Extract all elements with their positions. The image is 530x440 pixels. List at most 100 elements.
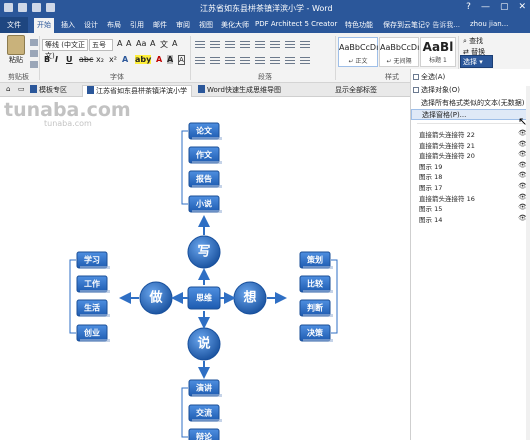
close-button[interactable]: ✕ [518, 2, 526, 12]
italic-button[interactable]: I [55, 55, 58, 64]
tab-beautify[interactable]: 美化大师 [221, 20, 249, 30]
tab-review[interactable]: 审阅 [176, 20, 190, 30]
selection-pane-item[interactable]: 图示 15 👁 [419, 203, 530, 213]
maximize-button[interactable]: ▢ [500, 2, 509, 12]
help-button[interactable]: ? [466, 2, 471, 12]
tab-features[interactable]: 特色功能 [345, 20, 373, 30]
tab-view[interactable]: 视图 [199, 20, 213, 30]
selection-pane-label: 直接箭头连接符 20 [419, 152, 475, 161]
sort-icon[interactable] [285, 41, 295, 50]
menu-select-objects[interactable]: 选择对象(O) [421, 85, 460, 95]
document-canvas[interactable]: tunaba.com tunaba.com 思维写做想说论文 作文 报告 小说 学习 工作… [0, 97, 410, 440]
home-icon[interactable]: ⌂ [6, 85, 10, 93]
tab-pdf-architect[interactable]: PDF Architect 5 Creator [255, 20, 337, 28]
font-color-button[interactable]: A [156, 55, 162, 64]
selection-pane-item[interactable]: 直接箭头连接符 21 👁 [419, 140, 530, 150]
clear-format-button[interactable]: A [150, 39, 155, 48]
selection-pane-item[interactable]: 图示 18 👁 [419, 171, 530, 181]
save-icon[interactable] [4, 3, 13, 12]
font-size-select[interactable]: 五号 [89, 39, 113, 51]
find-button[interactable]: ⌕ 查找 [463, 36, 483, 46]
top-item-label: 论文 [196, 126, 213, 136]
paragraph-align-buttons[interactable] [195, 57, 310, 67]
menu-divider [417, 123, 525, 124]
tab-references[interactable]: 引用 [130, 20, 144, 30]
numbering-icon[interactable] [210, 41, 220, 50]
tab-file[interactable]: 文件 [0, 17, 28, 33]
menu-select-similar[interactable]: 选择所有格式类似的文本(无数据) [421, 98, 524, 108]
bullets-icon[interactable] [195, 41, 205, 50]
show-marks-icon[interactable] [300, 41, 310, 50]
bottom-item-label: 交流 [196, 408, 212, 418]
chinese-layout-icon[interactable] [270, 41, 280, 50]
justify-icon[interactable] [240, 57, 250, 66]
find-label: 查找 [469, 37, 484, 45]
tab-home[interactable]: 开始 [34, 18, 54, 33]
show-all-tabs[interactable]: 显示全部标签 [335, 85, 377, 95]
new-doc-icon[interactable]: ▭ [18, 85, 25, 93]
superscript-button[interactable]: x² [109, 55, 117, 64]
copy-icon[interactable] [30, 50, 38, 57]
menu-selection-pane[interactable]: 选择窗格(P)... [411, 109, 530, 120]
doc-tab-template[interactable]: 模板专区 [30, 85, 67, 95]
align-left-icon[interactable] [195, 57, 205, 66]
select-dropdown-button[interactable]: 选择 ▾ [460, 55, 493, 68]
selection-pane-item[interactable]: 直接箭头连接符 16 👁 [419, 193, 530, 203]
redo-icon[interactable] [32, 3, 41, 12]
line-spacing-icon[interactable] [270, 57, 280, 66]
format-painter-icon[interactable] [30, 61, 38, 68]
paragraph-list-buttons[interactable] [195, 41, 310, 51]
align-center-icon[interactable] [210, 57, 220, 66]
bold-button[interactable]: B [44, 55, 50, 64]
minimize-button[interactable]: — [481, 2, 490, 12]
shrink-font-button[interactable]: A [126, 39, 131, 48]
char-border-button[interactable]: A [172, 39, 177, 48]
selection-pane-item[interactable]: 直接箭头连接符 22 👁 [419, 129, 530, 139]
menu-select-all[interactable]: 全选(A) [421, 72, 445, 82]
mindmap-diagram: 思维 写做 想说 论文作文报告小说学习工作生活创业 策划比较判断决策演讲交流辩论 [69, 122, 338, 440]
borders-icon[interactable] [300, 57, 310, 66]
right-item-shadow [303, 266, 333, 269]
tab-cloud-notes[interactable]: 保存到云笔记 [383, 20, 425, 30]
phonetic-button[interactable]: 文 [160, 39, 168, 50]
customize-qat-icon[interactable] [46, 3, 55, 12]
text-effects-button[interactable]: A [122, 55, 128, 64]
top-item-shadow [192, 137, 222, 140]
cut-icon[interactable] [30, 39, 38, 46]
tab-mailings[interactable]: 邮件 [153, 20, 167, 30]
tab-insert[interactable]: 插入 [61, 20, 75, 30]
selection-pane-item[interactable]: 直接箭头连接符 20 👁 [419, 150, 530, 160]
style-normal[interactable]: AaBbCcDı ↵ 正文 [338, 37, 378, 67]
multilevel-icon[interactable] [225, 41, 235, 50]
align-right-icon[interactable] [225, 57, 235, 66]
group-divider [335, 36, 336, 80]
style-no-spacing[interactable]: AaBbCcDı ↵ 无间隔 [379, 37, 419, 67]
vertical-scrollbar[interactable] [526, 86, 530, 440]
decrease-indent-icon[interactable] [240, 41, 250, 50]
undo-icon[interactable] [18, 3, 27, 12]
style-heading-1[interactable]: AaBl 标题 1 [420, 37, 456, 67]
tab-design[interactable]: 设计 [84, 20, 98, 30]
underline-button[interactable]: U [66, 55, 73, 64]
strikethrough-button[interactable]: abc [79, 55, 93, 64]
tab-layout[interactable]: 布局 [107, 20, 121, 30]
selection-pane-item[interactable]: 图示 17 👁 [419, 182, 530, 192]
distribute-icon[interactable] [255, 57, 265, 66]
font-name-select[interactable]: 等线 (中文正文) [42, 39, 88, 60]
user-account[interactable]: zhou jian... [470, 20, 508, 28]
paste-button[interactable]: 粘贴 [5, 35, 27, 71]
subscript-button[interactable]: x₂ [96, 55, 104, 64]
char-shading-button[interactable]: A [167, 55, 174, 64]
grow-font-button[interactable]: A [117, 39, 122, 48]
change-case-button[interactable]: Aa [136, 39, 146, 48]
tell-me-box[interactable]: ♀ 告诉我... [425, 20, 460, 30]
selection-pane-item[interactable]: 图示 19 👁 [419, 161, 530, 171]
paste-label: 粘贴 [9, 56, 23, 64]
doc-tab-school[interactable]: 江苏省如东县栟茶镇洋滨小学 [82, 85, 192, 97]
enclose-char-button[interactable]: A [178, 55, 185, 65]
doc-tab-mindmap[interactable]: Word快速生成思维导图 [198, 85, 281, 95]
shading-icon[interactable] [285, 57, 295, 66]
highlight-button[interactable]: aby [135, 55, 152, 64]
selection-pane-item[interactable]: 图示 14 👁 [419, 214, 530, 224]
increase-indent-icon[interactable] [255, 41, 265, 50]
